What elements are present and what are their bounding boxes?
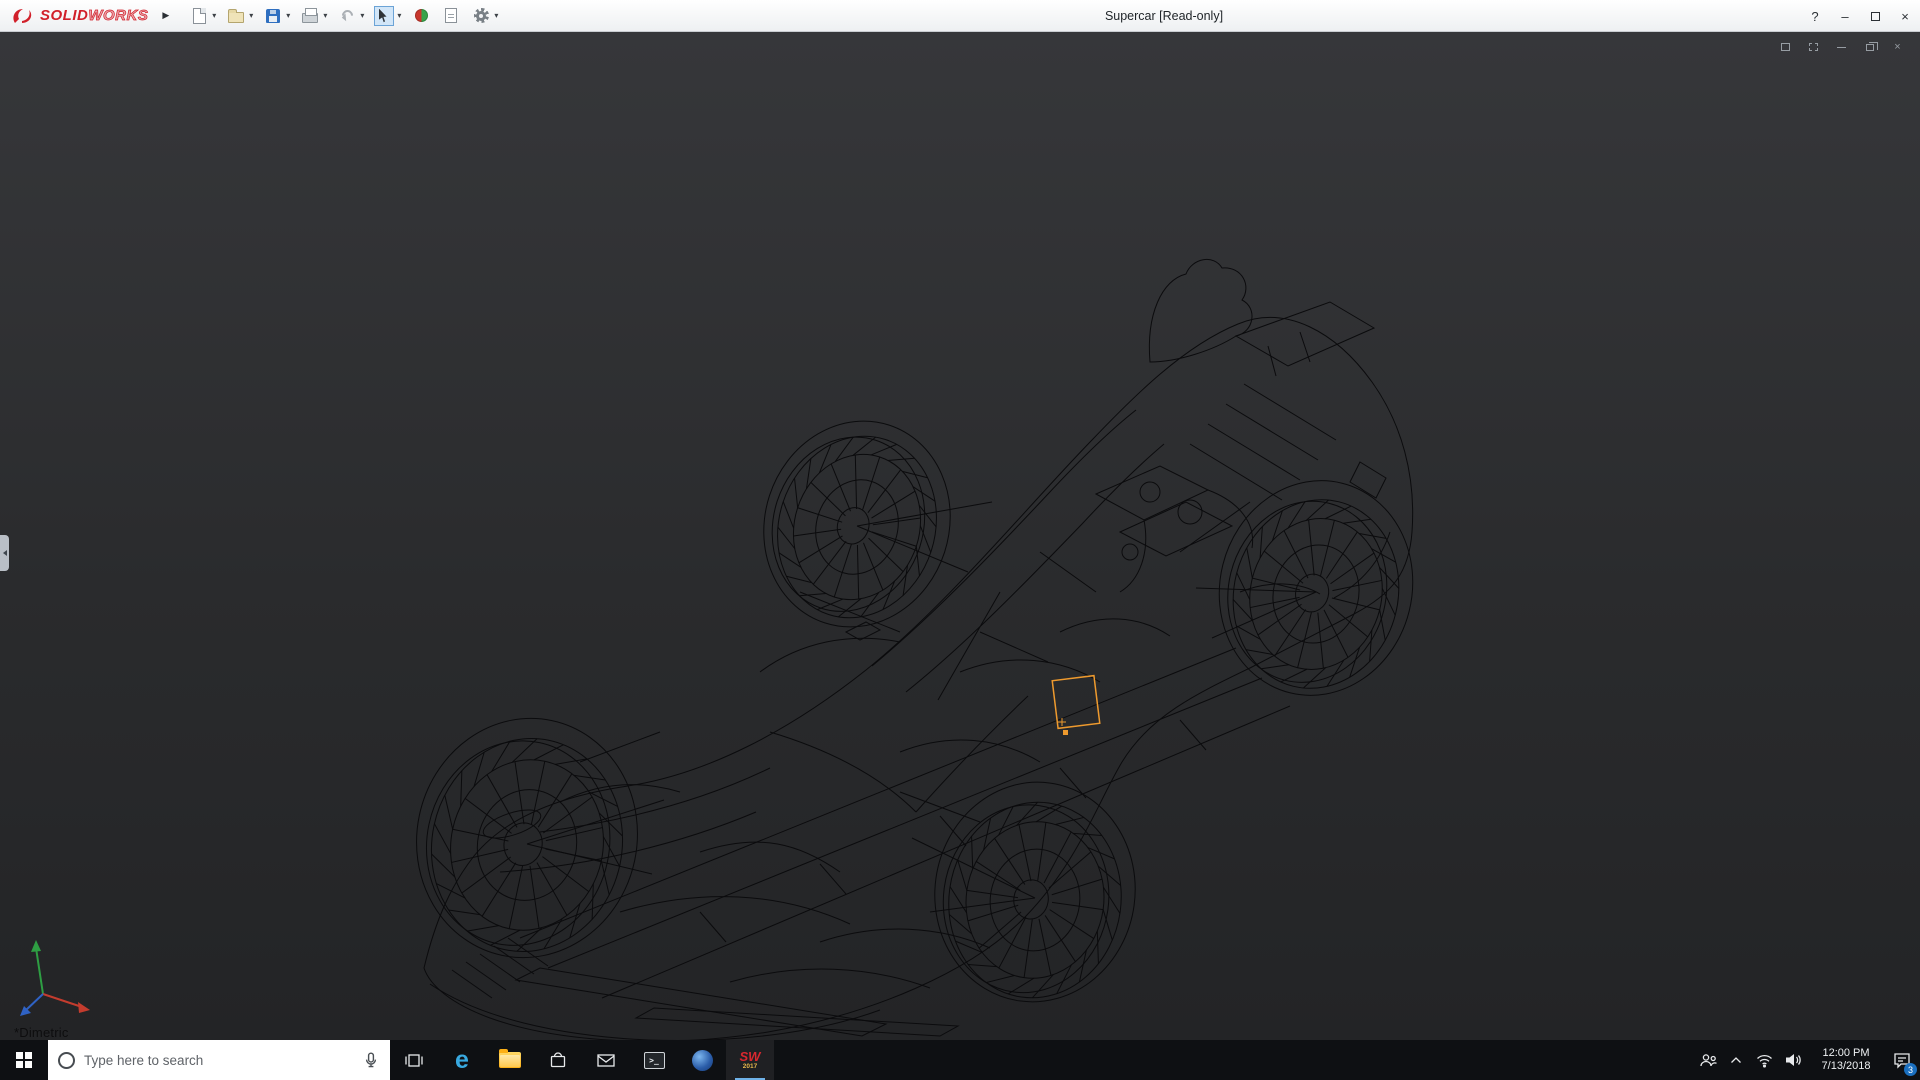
- window-controls: ? – ×: [1800, 0, 1920, 32]
- file-explorer-button[interactable]: [486, 1040, 534, 1080]
- clock-time: 12:00 PM: [1822, 1047, 1869, 1060]
- chevron-down-icon[interactable]: ▾: [286, 11, 290, 20]
- solidworks-logo[interactable]: SOLIDWORKS: [0, 0, 154, 32]
- car-wireframe-scene: [0, 32, 1920, 1040]
- rebuild-icon: [415, 9, 428, 22]
- select-active-box: [374, 6, 394, 26]
- console-icon: >_: [644, 1052, 665, 1069]
- ds-logo-icon: [10, 6, 36, 26]
- print-button[interactable]: ▾: [298, 3, 329, 29]
- search-input[interactable]: [84, 1053, 353, 1068]
- edge-icon: e: [455, 1048, 469, 1073]
- document-window-controls: ×: [1775, 38, 1908, 56]
- chevron-down-icon[interactable]: ▾: [397, 11, 401, 20]
- cortana-icon: [58, 1052, 75, 1069]
- chevron-left-icon: [3, 550, 7, 556]
- document-minimize-button[interactable]: [1831, 38, 1852, 56]
- options-button[interactable]: ▾: [469, 3, 500, 29]
- taskbar: e >_ SW 2017: [0, 1040, 1920, 1080]
- feature-panel-collapse-tab[interactable]: [0, 535, 9, 571]
- selection-box[interactable]: [1052, 676, 1100, 735]
- brand-text: SOLIDWORKS: [40, 7, 148, 24]
- mail-button[interactable]: [582, 1040, 630, 1080]
- solidworks-2017-button[interactable]: SW 2017: [726, 1040, 774, 1080]
- edge-button[interactable]: e: [438, 1040, 486, 1080]
- open-folder-icon: [228, 12, 244, 23]
- microphone-icon[interactable]: [362, 1051, 380, 1069]
- chevron-down-icon[interactable]: ▾: [494, 11, 498, 20]
- previous-window-button[interactable]: [1775, 38, 1796, 56]
- brand-works: WORKS: [88, 7, 148, 24]
- chevron-down-icon[interactable]: ▾: [360, 11, 364, 20]
- chevron-down-icon[interactable]: ▾: [249, 11, 253, 20]
- solidworks-2017-icon: SW 2017: [740, 1050, 761, 1071]
- folder-icon: [499, 1052, 521, 1068]
- help-button[interactable]: ?: [1800, 0, 1830, 32]
- window-icon: [1781, 43, 1790, 51]
- orientation-triad: [20, 940, 90, 1016]
- new-document-button[interactable]: ▾: [187, 3, 218, 29]
- view-orientation-label: *Dimetric: [14, 1025, 69, 1040]
- mail-envelope-icon: [596, 1052, 616, 1068]
- select-button[interactable]: ▾: [372, 3, 403, 29]
- store-button[interactable]: [534, 1040, 582, 1080]
- system-tray: 12:00 PM 7/13/2018 3: [1694, 1040, 1920, 1080]
- minimize-button[interactable]: –: [1830, 0, 1860, 32]
- undo-button[interactable]: ▾: [335, 3, 366, 29]
- restore-icon: [1866, 44, 1874, 51]
- graphics-viewport[interactable]: ×: [0, 32, 1920, 1040]
- speaker-icon: [1784, 1052, 1802, 1068]
- file-properties-button[interactable]: [439, 3, 463, 29]
- close-button[interactable]: ×: [1890, 0, 1920, 32]
- select-cursor-icon: [379, 9, 390, 23]
- file-properties-icon: [445, 8, 457, 23]
- edrawings-button[interactable]: [678, 1040, 726, 1080]
- rebuild-button[interactable]: [409, 3, 433, 29]
- open-button[interactable]: ▾: [224, 3, 255, 29]
- minimize-icon: [1837, 47, 1846, 48]
- command-prompt-button[interactable]: >_: [630, 1040, 678, 1080]
- people-icon: [1699, 1053, 1718, 1068]
- window-icon: [1809, 43, 1818, 51]
- edrawings-icon: [692, 1050, 713, 1071]
- task-view-button[interactable]: [390, 1040, 438, 1080]
- brand-solid: SOLID: [40, 7, 88, 24]
- notification-badge: 3: [1904, 1063, 1917, 1076]
- gear-icon: [474, 8, 489, 23]
- store-bag-icon: [548, 1051, 568, 1069]
- taskbar-search[interactable]: [48, 1040, 390, 1080]
- new-document-icon: [193, 8, 206, 24]
- clock-date: 7/13/2018: [1822, 1060, 1871, 1073]
- chevron-down-icon[interactable]: ▾: [212, 11, 216, 20]
- task-view-icon: [404, 1053, 424, 1068]
- hidden-icons-button[interactable]: [1722, 1040, 1750, 1080]
- menu-flyout-arrow[interactable]: ▶: [154, 10, 177, 21]
- maximize-icon: [1871, 12, 1880, 21]
- action-center-button[interactable]: 3: [1884, 1040, 1920, 1080]
- quick-access-toolbar: ▾ ▾ ▾ ▾ ▾ ▾ ▾: [187, 3, 500, 29]
- chevron-down-icon[interactable]: ▾: [323, 11, 327, 20]
- network-button[interactable]: [1750, 1040, 1778, 1080]
- start-button[interactable]: [0, 1040, 48, 1080]
- document-restore-button[interactable]: [1859, 38, 1880, 56]
- undo-icon: [340, 8, 356, 24]
- taskbar-clock[interactable]: 12:00 PM 7/13/2018: [1808, 1040, 1884, 1080]
- volume-button[interactable]: [1778, 1040, 1808, 1080]
- titlebar: SOLIDWORKS ▶ ▾ ▾ ▾ ▾ ▾ ▾ ▾ Supercar [Rea…: [0, 0, 1920, 32]
- windows-logo-icon: [16, 1052, 32, 1068]
- solidworks-window: SOLIDWORKS ▶ ▾ ▾ ▾ ▾ ▾ ▾ ▾ Supercar [Rea…: [0, 0, 1920, 1080]
- car-wheels-wireframe: [407, 414, 1419, 1009]
- people-button[interactable]: [1694, 1040, 1722, 1080]
- next-window-button[interactable]: [1803, 38, 1824, 56]
- save-button[interactable]: ▾: [261, 3, 292, 29]
- print-icon: [302, 13, 318, 23]
- window-title: Supercar [Read-only]: [1105, 0, 1223, 32]
- document-close-button[interactable]: ×: [1887, 38, 1908, 56]
- maximize-button[interactable]: [1860, 0, 1890, 32]
- save-icon: [266, 9, 280, 23]
- chevron-up-icon: [1729, 1055, 1743, 1065]
- wifi-icon: [1755, 1052, 1774, 1068]
